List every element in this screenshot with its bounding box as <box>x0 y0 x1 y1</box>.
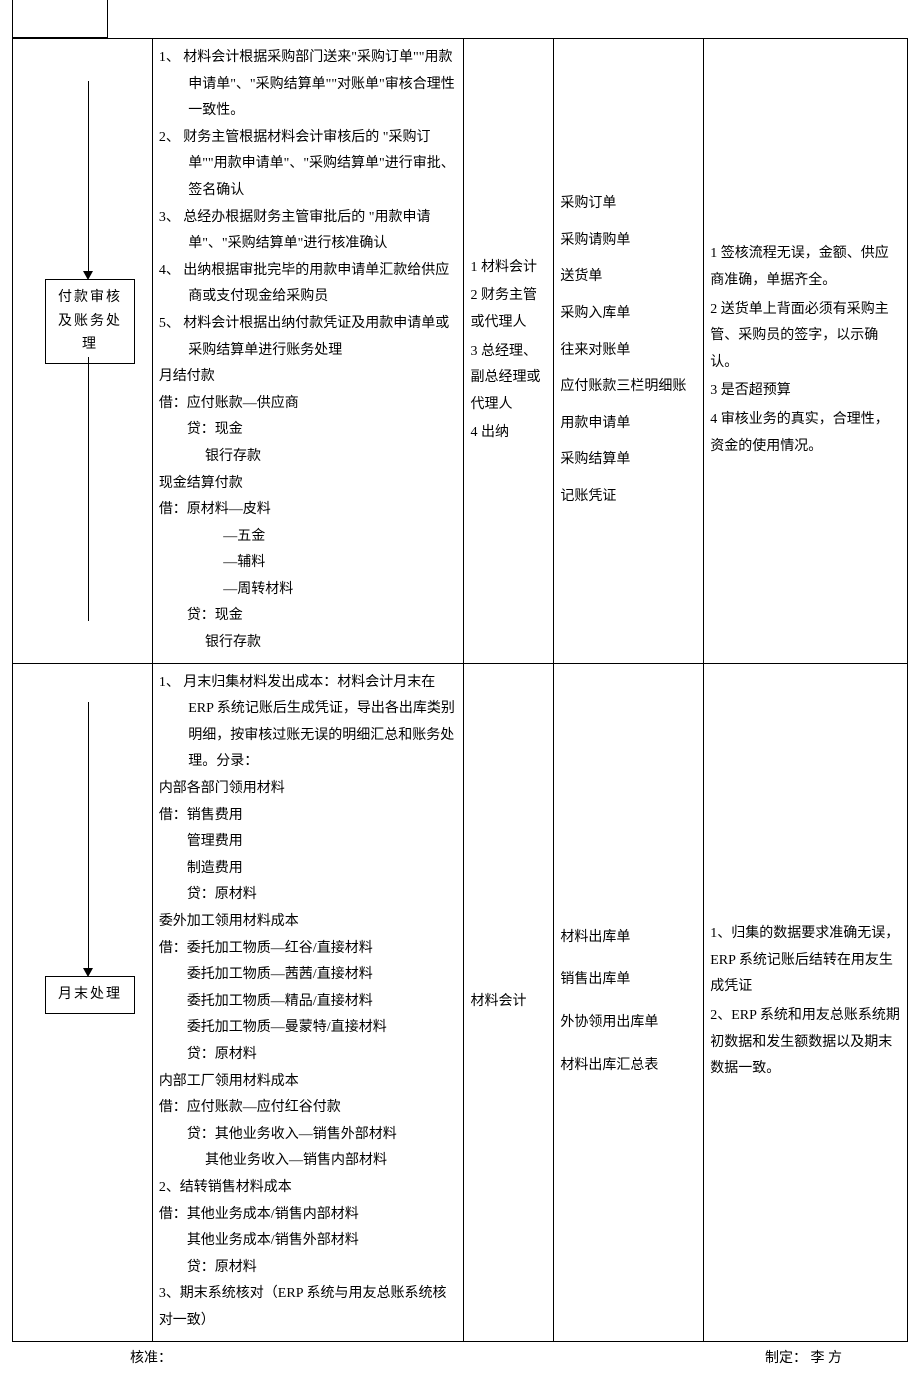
doc-item: 应付账款三栏明细账 <box>560 374 697 401</box>
desc-line: 借：应付账款—应付红谷付款 <box>159 1095 458 1122</box>
doc-item: 记账凭证 <box>560 484 697 511</box>
description-cell-2: 1、 月末归集材料发出成本：材料会计月末在 ERP 系统记账后生成凭证，导出各出… <box>152 663 464 1341</box>
role-cell-2: 材料会计 <box>464 663 554 1341</box>
author-label: 制定： 李 方 <box>765 1346 842 1373</box>
desc-line: —周转材料 <box>159 577 458 604</box>
desc-line: 贷：原材料 <box>159 1255 458 1282</box>
desc-line: 银行存款 <box>159 444 458 471</box>
role-item: 3 总经理、副总经理或代理人 <box>470 339 547 419</box>
step-box-payment: 付款审核及账务处理 <box>45 279 135 364</box>
step-label: 付款审核及账务处理 <box>58 290 122 353</box>
doc-item: 采购请购单 <box>560 228 697 255</box>
note-item: 2 送货单上背面必须有采购主管、采购员的签字，以示确认。 <box>710 297 901 377</box>
desc-line: 1、 材料会计根据采购部门送来"采购订单""用款申请单"、"采购结算单""对账单… <box>159 45 458 125</box>
doc-item: 用款申请单 <box>560 411 697 438</box>
desc-line: 2、结转销售材料成本 <box>159 1175 458 1202</box>
flow-line <box>88 357 89 621</box>
docs-cell-1: 采购订单采购请购单送货单采购入库单往来对账单应付账款三栏明细账用款申请单采购结算… <box>554 39 704 664</box>
docs-cell-2: 材料出库单销售出库单外协领用出库单材料出库汇总表 <box>554 663 704 1341</box>
doc-item: 送货单 <box>560 264 697 291</box>
desc-line: 委托加工物质—精品/直接材料 <box>159 989 458 1016</box>
flow-line <box>88 702 89 974</box>
desc-line: —辅料 <box>159 550 458 577</box>
flowchart-1: 付款审核及账务处理 <box>19 81 146 621</box>
flow-cell-1: 付款审核及账务处理 <box>13 39 153 664</box>
desc-line: 贷：其他业务收入—销售外部材料 <box>159 1122 458 1149</box>
desc-line: 借：委托加工物质—红谷/直接材料 <box>159 936 458 963</box>
doc-item: 外协领用出库单 <box>560 1010 697 1037</box>
note-item: 1、归集的数据要求准确无误，ERP 系统记账后结转在用友生成凭证 <box>710 921 901 1001</box>
desc-line: 银行存款 <box>159 630 458 657</box>
table-row: 付款审核及账务处理 1、 材料会计根据采购部门送来"采购订单""用款申请单"、"… <box>13 39 908 664</box>
desc-line: 借：销售费用 <box>159 803 458 830</box>
top-empty-cell <box>12 0 108 38</box>
desc-line: 借：其他业务成本/销售内部材料 <box>159 1202 458 1229</box>
step-label: 月末处理 <box>58 987 122 1002</box>
page: 付款审核及账务处理 1、 材料会计根据采购部门送来"采购订单""用款申请单"、"… <box>0 0 920 1386</box>
desc-line: 制造费用 <box>159 856 458 883</box>
role-cell-1: 1 材料会计2 财务主管或代理人3 总经理、副总经理或代理人4 出纳 <box>464 39 554 664</box>
desc-line: 4、 出纳根据审批完毕的用款申请单汇款给供应商或支付现金给采购员 <box>159 258 458 311</box>
doc-item: 销售出库单 <box>560 967 697 994</box>
desc-line: 其他业务成本/销售外部材料 <box>159 1228 458 1255</box>
doc-item: 材料出库单 <box>560 925 697 952</box>
desc-line: 借：原材料—皮料 <box>159 497 458 524</box>
process-table: 付款审核及账务处理 1、 材料会计根据采购部门送来"采购订单""用款申请单"、"… <box>12 38 908 1342</box>
desc-line: 委外加工领用材料成本 <box>159 909 458 936</box>
desc-line: 月结付款 <box>159 364 458 391</box>
desc-line: 3、期末系统核对（ERP 系统与用友总账系统核对一致） <box>159 1281 458 1334</box>
desc-line: 现金结算付款 <box>159 471 458 498</box>
role-item: 2 财务主管或代理人 <box>470 283 547 336</box>
desc-line: 5、 材料会计根据出纳付款凭证及用款申请单或采购结算单进行账务处理 <box>159 311 458 364</box>
doc-item: 采购结算单 <box>560 447 697 474</box>
role-item: 材料会计 <box>470 989 547 1016</box>
desc-line: 内部工厂领用材料成本 <box>159 1069 458 1096</box>
flow-line <box>88 81 89 277</box>
doc-item: 采购订单 <box>560 191 697 218</box>
table-row: 月末处理 1、 月末归集材料发出成本：材料会计月末在 ERP 系统记账后生成凭证… <box>13 663 908 1341</box>
doc-item: 采购入库单 <box>560 301 697 328</box>
note-item: 4 审核业务的真实，合理性，资金的使用情况。 <box>710 407 901 460</box>
desc-line: 贷：现金 <box>159 417 458 444</box>
desc-line: 1、 月末归集材料发出成本：材料会计月末在 ERP 系统记账后生成凭证，导出各出… <box>159 670 458 776</box>
desc-line: 内部各部门领用材料 <box>159 776 458 803</box>
desc-line: 委托加工物质—曼蒙特/直接材料 <box>159 1015 458 1042</box>
doc-item: 往来对账单 <box>560 338 697 365</box>
desc-line: 贷：现金 <box>159 603 458 630</box>
flowchart-2: 月末处理 <box>19 702 146 1302</box>
role-item: 1 材料会计 <box>470 255 547 282</box>
role-item: 4 出纳 <box>470 420 547 447</box>
desc-line: 贷：原材料 <box>159 882 458 909</box>
note-item: 2、ERP 系统和用友总账系统期初数据和发生额数据以及期末数据一致。 <box>710 1003 901 1083</box>
desc-line: 其他业务收入—销售内部材料 <box>159 1148 458 1175</box>
desc-line: —五金 <box>159 524 458 551</box>
approver-label: 核准： <box>130 1346 172 1373</box>
notes-cell-1: 1 签核流程无误，金额、供应商准确，单据齐全。2 送货单上背面必须有采购主管、采… <box>704 39 908 664</box>
desc-line: 借：应付账款—供应商 <box>159 391 458 418</box>
desc-line: 3、 总经办根据财务主管审批后的 "用款申请单"、"采购结算单"进行核准确认 <box>159 205 458 258</box>
note-item: 3 是否超预算 <box>710 378 901 405</box>
step-box-monthend: 月末处理 <box>45 976 135 1014</box>
desc-line: 2、 财务主管根据材料会计审核后的 "采购订单""用款申请单"、"采购结算单"进… <box>159 125 458 205</box>
doc-item: 材料出库汇总表 <box>560 1053 697 1080</box>
desc-line: 管理费用 <box>159 829 458 856</box>
description-cell-1: 1、 材料会计根据采购部门送来"采购订单""用款申请单"、"采购结算单""对账单… <box>152 39 464 664</box>
desc-line: 贷：原材料 <box>159 1042 458 1069</box>
flow-cell-2: 月末处理 <box>13 663 153 1341</box>
desc-line: 委托加工物质—茜茜/直接材料 <box>159 962 458 989</box>
notes-cell-2: 1、归集的数据要求准确无误，ERP 系统记账后结转在用友生成凭证2、ERP 系统… <box>704 663 908 1341</box>
note-item: 1 签核流程无误，金额、供应商准确，单据齐全。 <box>710 241 901 294</box>
